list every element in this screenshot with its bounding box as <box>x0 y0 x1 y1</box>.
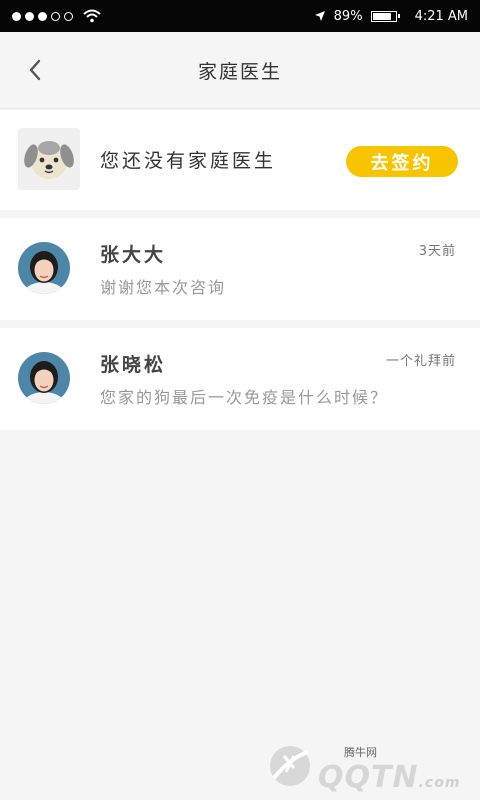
wifi-icon <box>83 9 101 23</box>
doctor-avatar-icon <box>18 242 70 294</box>
dog-face-icon <box>24 141 74 179</box>
doctor-name: 张晓松 <box>100 354 167 376</box>
status-bar: 89% 4:21 AM <box>0 0 480 32</box>
battery-percent: 89% <box>333 8 363 24</box>
watermark-suffix: .com <box>418 775 461 791</box>
back-button[interactable] <box>24 58 48 82</box>
no-doctor-message: 您还没有家庭医生 <box>100 150 277 172</box>
watermark-brand: QQTN.com <box>318 760 460 795</box>
signal-dot <box>12 11 21 21</box>
signal-and-wifi <box>12 9 101 23</box>
signal-dot <box>64 11 73 21</box>
page-title: 家庭医生 <box>197 60 282 83</box>
pet-avatar <box>18 128 80 190</box>
battery-icon <box>370 10 400 22</box>
list-item[interactable]: 张晓松 您家的狗最后一次免疫是什么时候？ 一个礼拜前 <box>0 328 480 430</box>
battery-fill <box>372 12 392 20</box>
status-right: 89% 4:21 AM <box>314 9 468 24</box>
message-time: 3天前 <box>418 244 456 259</box>
avatar <box>18 242 70 294</box>
watermark-logo-icon <box>270 746 310 786</box>
message-time: 一个礼拜前 <box>385 354 456 369</box>
nav-bar: 家庭医生 <box>0 32 480 109</box>
chevron-left-icon <box>29 59 41 81</box>
doctor-name: 张大大 <box>100 244 167 266</box>
location-arrow-icon <box>314 11 325 21</box>
watermark-brand-text: QQTN <box>318 760 419 795</box>
watermark-site-name: 腾牛网 <box>344 746 377 759</box>
doctor-avatar-icon <box>18 352 70 404</box>
sign-up-button[interactable]: 去签约 <box>346 146 458 177</box>
last-message: 您家的狗最后一次免疫是什么时候？ <box>100 388 389 407</box>
family-doctor-sign-card: 您还没有家庭医生 去签约 <box>0 110 480 210</box>
site-watermark: 腾牛网 QQTN.com <box>264 736 474 796</box>
signal-dot <box>51 11 60 21</box>
list-item[interactable]: 张大大 谢谢您本次咨询 3天前 <box>0 218 480 320</box>
status-time: 4:21 AM <box>414 8 468 24</box>
signal-dot <box>25 11 34 21</box>
last-message: 谢谢您本次咨询 <box>100 278 227 297</box>
avatar <box>18 352 70 404</box>
signal-dot <box>38 11 47 21</box>
